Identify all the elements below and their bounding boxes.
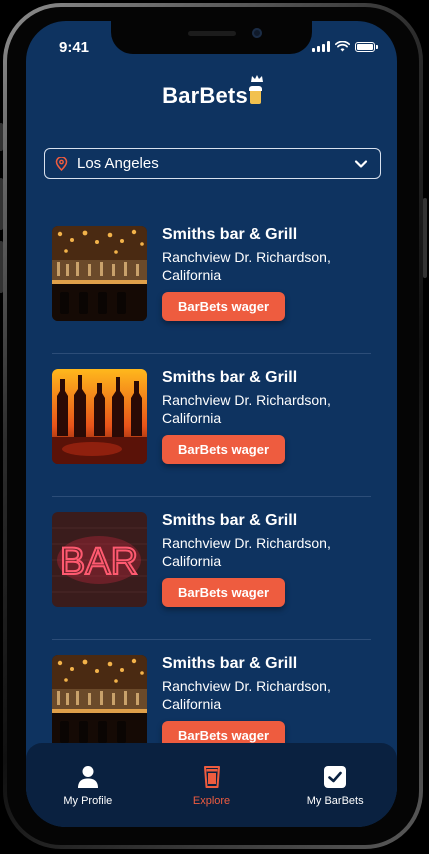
checkbox-icon: [324, 766, 347, 788]
tab-label: My Profile: [63, 795, 113, 807]
logo-text: BarBets: [162, 83, 248, 108]
volume-up-button: [0, 178, 3, 230]
bar-address: Ranchview Dr. Richardson, California: [162, 249, 331, 283]
bottom-tab-bar: My Profile Explore My BarBets: [26, 743, 397, 827]
tab-my-profile[interactable]: My Profile: [26, 743, 150, 827]
barbets-wager-button[interactable]: BarBets wager: [162, 435, 286, 464]
location-value: Los Angeles: [77, 155, 159, 172]
bar-interior-image: [52, 655, 147, 750]
location-pin-icon: [55, 156, 68, 171]
status-icons: [312, 41, 378, 52]
speaker: [188, 31, 236, 36]
location-dropdown[interactable]: Los Angeles: [44, 148, 381, 179]
neon-sign-text: BAR: [60, 541, 138, 583]
list-item: Smiths bar & Grill Ranchview Dr. Richard…: [26, 211, 397, 354]
bar-name: Smiths bar & Grill: [162, 655, 298, 672]
bottles-image: [52, 369, 147, 464]
bar-name: Smiths bar & Grill: [162, 369, 298, 386]
beer-mug-icon: [248, 86, 262, 104]
volume-down-button: [0, 241, 3, 293]
tab-explore[interactable]: Explore: [150, 743, 274, 827]
front-camera: [252, 28, 262, 38]
app-logo: BarBets: [26, 75, 397, 109]
bar-address: Ranchview Dr. Richardson, California: [162, 392, 331, 426]
bar-list: Smiths bar & Grill Ranchview Dr. Richard…: [26, 211, 397, 783]
list-item: Smiths bar & Grill Ranchview Dr. Richard…: [26, 354, 397, 497]
power-button: [423, 198, 427, 278]
bar-address: Ranchview Dr. Richardson, California: [162, 535, 331, 569]
tab-my-barbets[interactable]: My BarBets: [273, 743, 397, 827]
bar-name: Smiths bar & Grill: [162, 512, 298, 529]
list-item: BAR Smiths bar & Grill Ranchview Dr. Ric…: [26, 497, 397, 640]
crown-icon: [250, 75, 263, 82]
app-screen: 9:41 BarBets Los Angeles Smiths bar & Gr…: [26, 21, 397, 827]
user-icon: [77, 766, 98, 788]
beer-glass-icon: [203, 766, 220, 788]
bar-address: Ranchview Dr. Richardson, California: [162, 678, 331, 712]
tab-label: My BarBets: [306, 795, 364, 807]
neon-bar-sign-image: BAR: [52, 512, 147, 607]
notch: [111, 21, 312, 54]
mute-switch: [0, 123, 3, 151]
cellular-signal-icon: [312, 41, 330, 52]
battery-icon: [355, 41, 378, 52]
chevron-down-icon: [354, 159, 368, 168]
bar-name: Smiths bar & Grill: [162, 226, 298, 243]
status-time: 9:41: [59, 39, 90, 56]
wifi-icon: [335, 41, 350, 52]
tab-label: Explore: [192, 795, 231, 807]
barbets-wager-button[interactable]: BarBets wager: [162, 292, 286, 321]
barbets-wager-button[interactable]: BarBets wager: [162, 578, 286, 607]
bar-interior-image: [52, 226, 147, 321]
